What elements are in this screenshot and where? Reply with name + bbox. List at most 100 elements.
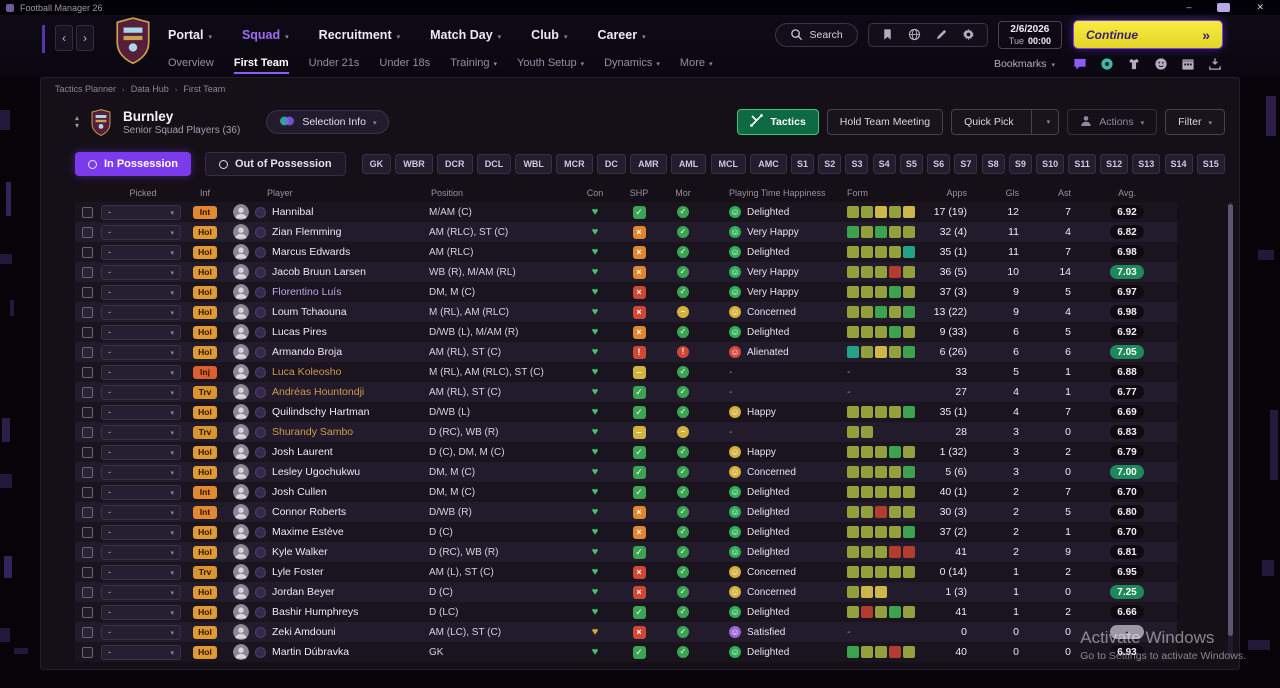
position-filter-s15[interactable]: S15 [1196, 154, 1225, 174]
chat-icon[interactable] [1073, 57, 1087, 71]
row-checkbox[interactable] [81, 566, 93, 578]
player-name[interactable]: Florentino Luís [272, 286, 341, 298]
table-row[interactable]: - Hol Zian Flemming AM (RLC), ST (C) ♥ × ✓ ☺ Ver… [75, 222, 1177, 242]
table-row[interactable]: - Int Hannibal M/AM (C) ♥ ✓ ✓ ☺ Delighted 17 (19)… [75, 202, 1177, 222]
row-checkbox[interactable] [81, 646, 93, 658]
calendar-icon[interactable] [1181, 57, 1195, 71]
player-name[interactable]: Marcus Edwards [272, 246, 350, 258]
position-filter-mcl[interactable]: MCL [710, 154, 747, 174]
table-row[interactable]: - Hol Armando Broja AM (RL), ST (C) ♥!! ☺ Alie… [75, 342, 1177, 362]
picked-dropdown[interactable]: - [101, 304, 181, 320]
position-filter-s3[interactable]: S3 [845, 154, 869, 174]
picked-dropdown[interactable]: - [101, 424, 181, 440]
table-row[interactable]: -HolMartin DúbravkaGK♥✓✓☺Delighted40006.… [75, 642, 1177, 662]
player-name[interactable]: Josh Cullen [272, 486, 327, 498]
column-header-shp[interactable]: SHP [617, 184, 661, 202]
subnav-item-under-18s[interactable]: Under 18s [379, 55, 430, 74]
scrollbar[interactable] [1228, 202, 1233, 660]
table-row[interactable]: - Hol Lucas Pires D/WB (L), M/AM (R) ♥ × ✓ ☺ Del… [75, 322, 1177, 342]
close-button[interactable] [1256, 3, 1264, 12]
player-name[interactable]: Josh Laurent [272, 446, 333, 458]
table-row[interactable]: - Hol Quilindschy Hartman D/WB (L) ♥ ✓ ✓ ☺ Happy… [75, 402, 1177, 422]
position-filter-s10[interactable]: S10 [1036, 154, 1065, 174]
picked-dropdown[interactable]: - [101, 544, 181, 560]
picked-dropdown[interactable]: - [101, 584, 181, 600]
picked-dropdown[interactable]: - [101, 504, 181, 520]
scrollbar-thumb[interactable] [1228, 204, 1233, 636]
breadcrumb-item-data-hub[interactable]: Data Hub [131, 84, 169, 94]
picked-dropdown[interactable]: - [101, 624, 181, 640]
actions-dropdown[interactable]: Actions [1067, 109, 1158, 135]
player-name[interactable]: Andréas Hountondji [272, 386, 364, 398]
chevron-down-icon[interactable] [1039, 118, 1059, 126]
row-checkbox[interactable] [81, 586, 93, 598]
row-checkbox[interactable] [81, 206, 93, 218]
position-filter-s9[interactable]: S9 [1008, 154, 1032, 174]
tab-in-possession[interactable]: In Possession [75, 152, 191, 176]
tab-out-of-possession[interactable]: Out of Possession [204, 152, 346, 176]
picked-dropdown[interactable]: - [101, 644, 181, 660]
row-checkbox[interactable] [81, 466, 93, 478]
column-header-con[interactable]: Con [573, 184, 617, 202]
table-row[interactable]: - Hol Bashir Humphreys D (LC) ♥ ✓ ✓ ☺ Delighted 4… [75, 602, 1177, 622]
subnav-item-more[interactable]: More [680, 55, 713, 74]
column-header-gls[interactable]: Gls [973, 184, 1025, 202]
column-header-position[interactable]: Position [429, 184, 573, 202]
column-header-playing-time-happiness[interactable]: Playing Time Happiness [705, 184, 845, 202]
player-name[interactable]: Kyle Walker [272, 546, 328, 558]
subnav-item-training[interactable]: Training [450, 55, 497, 74]
row-checkbox[interactable] [81, 626, 93, 638]
picked-dropdown[interactable]: - [101, 524, 181, 540]
column-header-mor[interactable]: Mor [661, 184, 705, 202]
player-name[interactable]: Lyle Foster [272, 566, 324, 578]
row-checkbox[interactable] [81, 326, 93, 338]
picked-dropdown[interactable]: - [101, 364, 181, 380]
table-row[interactable]: - Hol Zeki Amdouni AM (LC), ST (C) ♥ × ✓ ☺ Satis… [75, 622, 1177, 642]
whistle-icon[interactable] [1100, 57, 1114, 71]
menu-item-recruitment[interactable]: Recruitment [319, 28, 400, 42]
table-row[interactable]: - Trv Shurandy Sambo D (RC), WB (R) ♥ – – - 28 3 0… [75, 422, 1177, 442]
table-row[interactable]: - Hol Marcus Edwards AM (RLC) ♥ × ✓ ☺ Delighted 3… [75, 242, 1177, 262]
position-filter-s2[interactable]: S2 [818, 154, 842, 174]
position-filter-s11[interactable]: S11 [1068, 154, 1096, 174]
column-header-player[interactable]: Player [223, 184, 429, 202]
player-name[interactable]: Connor Roberts [272, 506, 346, 518]
column-header-inf[interactable]: Inf [187, 184, 223, 202]
subnav-item-dynamics[interactable]: Dynamics [604, 55, 660, 74]
continue-button[interactable]: Continue [1074, 21, 1222, 49]
position-filter-s6[interactable]: S6 [927, 154, 951, 174]
picked-dropdown[interactable]: - [101, 484, 181, 500]
player-name[interactable]: Jordan Beyer [272, 586, 334, 598]
position-filter-dc[interactable]: DC [596, 154, 626, 174]
position-filter-wbl[interactable]: WBL [515, 154, 552, 174]
position-filter-dcr[interactable]: DCR [437, 154, 473, 174]
table-row[interactable]: - Int Connor Roberts D/WB (R) ♥ × ✓ ☺ Delighted 3… [75, 502, 1177, 522]
row-checkbox[interactable] [81, 406, 93, 418]
position-filter-s5[interactable]: S5 [899, 154, 923, 174]
picked-dropdown[interactable]: - [101, 244, 181, 260]
position-filter-amr[interactable]: AMR [630, 154, 667, 174]
menu-item-squad[interactable]: Squad [242, 28, 289, 42]
table-row[interactable]: - Hol Maxime Estève D (C) ♥ × ✓ ☺ Delighted 37 (2… [75, 522, 1177, 542]
face-icon[interactable] [1154, 57, 1168, 71]
row-checkbox[interactable] [81, 606, 93, 618]
bookmarks-dropdown[interactable]: Bookmarks [994, 58, 1055, 70]
picked-dropdown[interactable]: - [101, 264, 181, 280]
row-checkbox[interactable] [81, 386, 93, 398]
search-button[interactable]: Search [774, 22, 858, 47]
player-name[interactable]: Lucas Pires [272, 326, 327, 338]
position-filter-s4[interactable]: S4 [872, 154, 896, 174]
player-name[interactable]: Maxime Estève [272, 526, 344, 538]
position-filter-aml[interactable]: AML [670, 154, 707, 174]
position-filter-gk[interactable]: GK [361, 154, 392, 174]
picked-dropdown[interactable]: - [101, 564, 181, 580]
subnav-item-overview[interactable]: Overview [168, 55, 214, 74]
row-checkbox[interactable] [81, 506, 93, 518]
tactics-button[interactable]: Tactics [737, 109, 819, 135]
selection-info-dropdown[interactable]: Selection Info [266, 110, 390, 134]
picked-dropdown[interactable]: - [101, 384, 181, 400]
player-name[interactable]: Loum Tchaouna [272, 306, 347, 318]
subnav-item-youth-setup[interactable]: Youth Setup [517, 55, 584, 74]
row-checkbox[interactable] [81, 286, 93, 298]
picked-dropdown[interactable]: - [101, 604, 181, 620]
